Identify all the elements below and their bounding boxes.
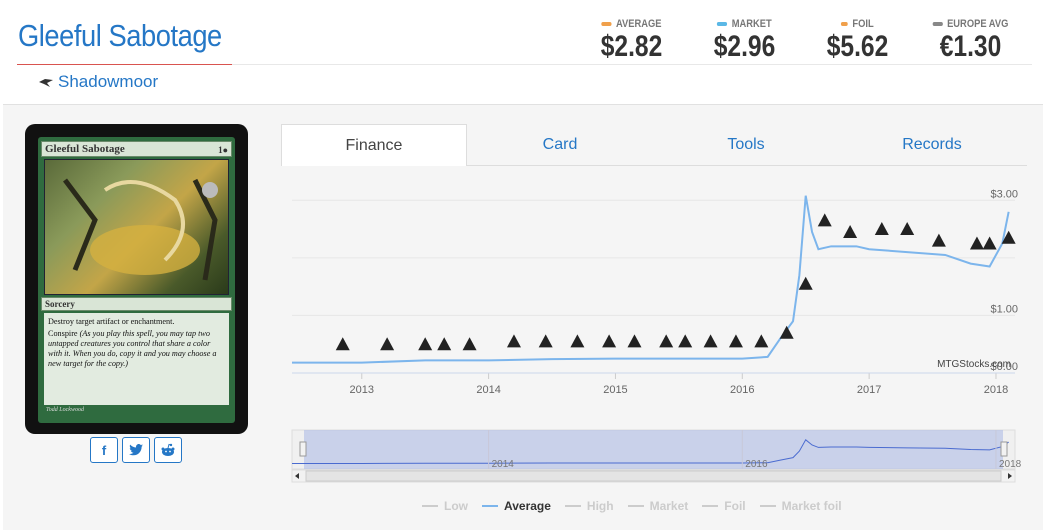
legend-item-low[interactable]: Low — [422, 499, 468, 513]
chart-legend: Low Average High Market Foil Market foil — [422, 499, 842, 513]
legend-label: Low — [444, 499, 468, 513]
card-art-illustration — [63, 178, 218, 281]
price-label: FOIL — [852, 18, 874, 30]
x-tick-label: 2014 — [476, 384, 500, 396]
navigator-handle-right — [1000, 441, 1008, 457]
tab-card[interactable]: Card — [467, 124, 653, 166]
tab-records[interactable]: Records — [839, 124, 1025, 166]
x-tick-label: 2016 — [730, 384, 754, 396]
mana-cost: 1● — [218, 145, 228, 155]
price-label: EUROPE AVG — [947, 18, 1009, 30]
price-chart: $3.00 $1.00 $0.00 2013 2014 2015 2016 2017 2018 M… — [282, 173, 1027, 528]
price-average: AVERAGE $2.82 — [575, 18, 688, 64]
page-header: Gleeful Sabotage Shadowmoor AVERAGE $2.8… — [0, 0, 1045, 100]
navigator-tick-label: 2018 — [999, 459, 1022, 470]
x-tick-label: 2015 — [603, 384, 627, 396]
title-underline — [17, 64, 232, 65]
navigator-tick-label: 2014 — [492, 459, 515, 470]
price-value: $2.82 — [600, 30, 663, 63]
europe-swatch — [932, 22, 943, 26]
price-summary: AVERAGE $2.82 MARKET $2.96 FOIL $5.62 EU… — [575, 18, 1027, 64]
price-value: $2.96 — [713, 30, 776, 63]
average-swatch — [601, 22, 612, 26]
x-tick-label: 2018 — [984, 384, 1008, 396]
shadowmoor-set-icon — [39, 79, 53, 87]
card-face: Gleeful Sabotage 1● Sorcery Destroy targ… — [38, 137, 235, 423]
legend-swatch — [627, 505, 644, 507]
share-buttons: f — [90, 437, 182, 463]
legend-label: High — [586, 499, 614, 513]
conspire-keyword: Conspire — [48, 329, 78, 338]
price-label: AVERAGE — [615, 18, 662, 30]
reddit-share-button[interactable] — [154, 437, 182, 463]
legend-swatch — [759, 505, 776, 507]
legend-swatch — [564, 505, 581, 507]
price-europe: EUROPE AVG €1.30 — [914, 18, 1027, 64]
set-link[interactable]: Shadowmoor — [38, 72, 158, 92]
card-art — [44, 159, 229, 295]
set-name: Shadowmoor — [58, 72, 159, 91]
tab-tools[interactable]: Tools — [653, 124, 839, 166]
card-image: Gleeful Sabotage 1● Sorcery Destroy targ… — [25, 124, 248, 434]
legend-swatch — [702, 505, 719, 507]
legend-swatch — [482, 505, 498, 507]
facebook-icon: f — [101, 442, 107, 458]
card-name: Gleeful Sabotage — [45, 143, 125, 155]
chart-svg: $3.00$1.00$0.002013 2014 2015 2016 2017 2018M… — [282, 173, 1027, 493]
legend-label: Foil — [724, 499, 746, 513]
legend-label: Market foil — [781, 499, 842, 513]
card-rules-text: Destroy target artifact or enchantment. … — [44, 313, 229, 405]
price-value: $5.62 — [826, 30, 889, 63]
title-divider — [232, 64, 1032, 65]
legend-label: Average — [504, 499, 551, 513]
reddit-icon — [161, 443, 175, 456]
x-tick-label: 2017 — [857, 384, 881, 396]
legend-label: Market — [649, 499, 689, 513]
card-name-bar: Gleeful Sabotage 1● — [41, 141, 232, 157]
watermark: MTGStocks.com — [937, 359, 1011, 370]
legend-item-market[interactable]: Market — [627, 499, 689, 513]
navigator-handle-left — [299, 441, 307, 457]
legend-item-market-foil[interactable]: Market foil — [759, 499, 842, 513]
legend-item-high[interactable]: High — [564, 499, 614, 513]
legend-swatch — [422, 505, 438, 507]
rules-line-1: Destroy target artifact or enchantment. — [48, 317, 175, 326]
price-value: €1.30 — [939, 30, 1002, 63]
tab-finance[interactable]: Finance — [281, 124, 467, 166]
legend-item-average[interactable]: Average — [482, 499, 551, 513]
rules-line-2: Conspire (As you play this spell, you ma… — [48, 329, 225, 369]
twitter-icon — [129, 444, 143, 456]
y-tick-label: $3.00 — [990, 188, 1018, 200]
card-artist: Todd Lockwood — [46, 407, 84, 413]
navigator-tick-label: 2016 — [745, 459, 768, 470]
card-type-line: Sorcery — [41, 297, 232, 311]
foil-swatch — [841, 22, 849, 26]
scrollbar-thumb — [305, 470, 1002, 482]
price-foil: FOIL $5.62 — [801, 18, 914, 64]
twitter-share-button[interactable] — [122, 437, 150, 463]
facebook-share-button[interactable]: f — [90, 437, 118, 463]
tab-bar: Finance Card Tools Records — [281, 124, 1027, 166]
x-tick-label: 2013 — [350, 384, 374, 396]
price-market: MARKET $2.96 — [688, 18, 801, 64]
legend-item-foil[interactable]: Foil — [702, 499, 746, 513]
page-title: Gleeful Sabotage — [18, 18, 222, 53]
price-label: MARKET — [731, 18, 772, 30]
market-swatch — [717, 22, 728, 26]
y-tick-label: $1.00 — [990, 303, 1018, 315]
